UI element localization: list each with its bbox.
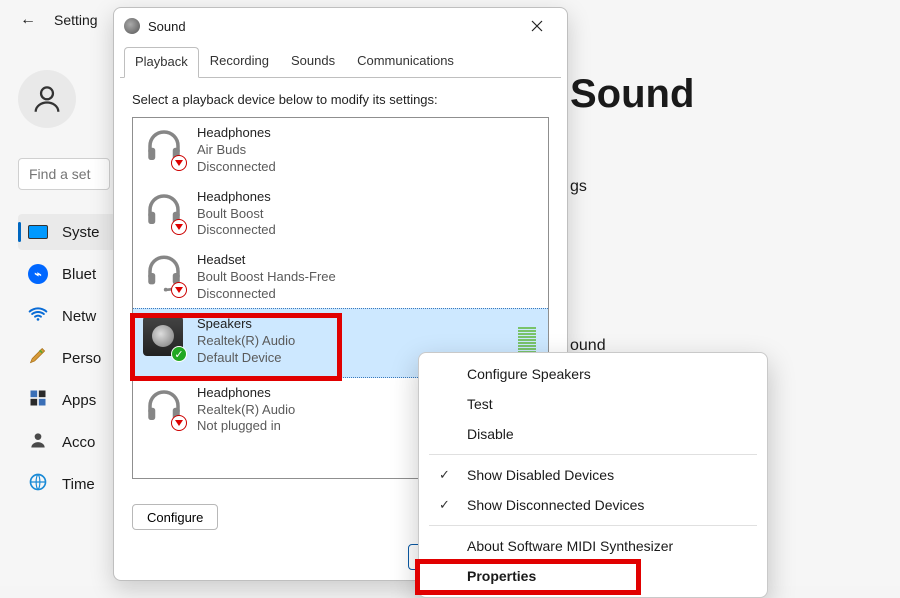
apps-icon <box>28 388 48 412</box>
nav-label: Time <box>62 476 95 493</box>
headphones-icon <box>143 125 185 169</box>
playback-instruction: Select a playback device below to modify… <box>132 92 549 107</box>
configure-button[interactable]: Configure <box>132 504 218 530</box>
user-avatar-icon[interactable] <box>18 70 76 128</box>
ctx-separator <box>429 525 757 526</box>
device-name: Headphones <box>197 125 276 142</box>
speakers-icon: ✓ <box>143 316 185 360</box>
unplugged-badge-icon <box>171 415 187 431</box>
headset-icon <box>143 252 185 296</box>
bluetooth-icon: ⌁ <box>28 264 48 284</box>
device-driver: Realtek(R) Audio <box>197 333 295 350</box>
nav-label: Netw <box>62 308 96 325</box>
nav-label: Syste <box>62 224 100 241</box>
disconnected-badge-icon <box>171 155 187 171</box>
ctx-show-disabled[interactable]: Show Disabled Devices <box>419 460 767 490</box>
device-status: Disconnected <box>197 159 276 176</box>
ctx-properties[interactable]: Properties <box>419 561 767 591</box>
find-setting-input[interactable] <box>18 158 110 190</box>
device-driver: Realtek(R) Audio <box>197 402 295 419</box>
sound-dialog-title: Sound <box>148 19 186 34</box>
tab-recording[interactable]: Recording <box>199 46 280 77</box>
sound-icon <box>124 18 140 34</box>
device-name: Headphones <box>197 385 295 402</box>
ctx-separator <box>429 454 757 455</box>
sound-dialog-titlebar: Sound <box>114 8 567 44</box>
device-status: Disconnected <box>197 286 336 303</box>
back-arrow-icon[interactable]: ← <box>20 11 36 29</box>
tab-playback[interactable]: Playback <box>124 47 199 78</box>
ctx-test[interactable]: Test <box>419 389 767 419</box>
device-status: Disconnected <box>197 222 276 239</box>
page-text-fragment: gs <box>570 178 587 196</box>
device-item-headset-boult[interactable]: Headset Boult Boost Hands-Free Disconnec… <box>133 245 548 309</box>
device-driver: Boult Boost <box>197 206 276 223</box>
nav-label: Apps <box>62 392 96 409</box>
globe-clock-icon <box>28 472 48 496</box>
device-name: Headphones <box>197 189 276 206</box>
device-item-headphones-airbuds[interactable]: Headphones Air Buds Disconnected <box>133 118 548 182</box>
device-context-menu: Configure Speakers Test Disable Show Dis… <box>418 352 768 598</box>
settings-app-title: Setting <box>54 12 98 28</box>
wifi-icon <box>28 304 48 328</box>
nav-label: Perso <box>62 350 101 367</box>
device-name: Headset <box>197 252 336 269</box>
device-driver: Air Buds <box>197 142 276 159</box>
paintbrush-icon <box>28 346 48 370</box>
nav-label: Acco <box>62 434 95 451</box>
tab-strip: Playback Recording Sounds Communications <box>114 46 567 77</box>
page-title: Sound <box>570 72 694 117</box>
headphones-icon <box>143 385 185 429</box>
device-status: Not plugged in <box>197 418 295 435</box>
tab-sounds[interactable]: Sounds <box>280 46 346 77</box>
headphones-icon <box>143 189 185 233</box>
nav-label: Bluet <box>62 266 96 283</box>
ctx-configure-speakers[interactable]: Configure Speakers <box>419 359 767 389</box>
default-check-badge-icon: ✓ <box>171 346 187 362</box>
device-status: Default Device <box>197 350 295 367</box>
device-item-headphones-boult[interactable]: Headphones Boult Boost Disconnected <box>133 182 548 246</box>
ctx-about-midi[interactable]: About Software MIDI Synthesizer <box>419 531 767 561</box>
tab-communications[interactable]: Communications <box>346 46 465 77</box>
person-icon <box>28 430 48 454</box>
device-name: Speakers <box>197 316 295 333</box>
close-button[interactable] <box>515 11 559 41</box>
disconnected-badge-icon <box>171 282 187 298</box>
device-driver: Boult Boost Hands-Free <box>197 269 336 286</box>
display-icon <box>28 225 48 239</box>
ctx-show-disconnected[interactable]: Show Disconnected Devices <box>419 490 767 520</box>
close-icon <box>531 20 543 32</box>
ctx-disable[interactable]: Disable <box>419 419 767 449</box>
disconnected-badge-icon <box>171 219 187 235</box>
